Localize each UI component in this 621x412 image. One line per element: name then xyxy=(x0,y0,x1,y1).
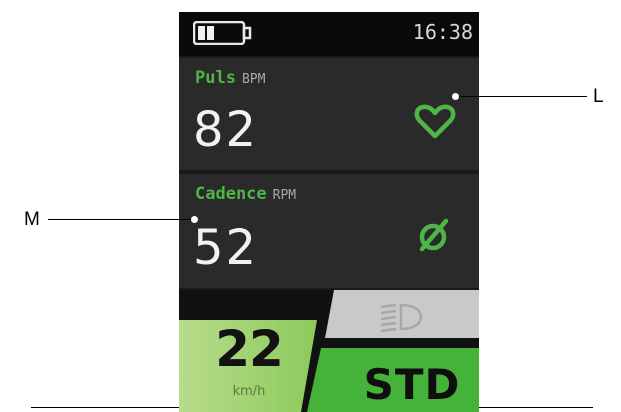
cadence-value: 52 xyxy=(193,220,259,276)
cadence-label-row: Cadence RPM xyxy=(195,184,296,204)
pulse-value: 82 xyxy=(193,102,259,158)
callout-dot-l xyxy=(452,93,459,100)
pulse-unit: BPM xyxy=(241,72,266,87)
callout-dot-m xyxy=(191,216,198,223)
cadence-sensor-icon xyxy=(419,218,449,252)
callout-label-m: M xyxy=(24,209,40,230)
display-screen: 16:38 Puls BPM 82 Cadence RPM 52 22 km/h… xyxy=(179,12,479,412)
heart-icon xyxy=(414,104,456,139)
baseline-rule-left xyxy=(31,407,179,408)
speed-value: 22 xyxy=(215,320,284,378)
callout-label-l: L xyxy=(593,86,604,107)
cadence-label: Cadence xyxy=(195,184,267,204)
callout-line-l xyxy=(455,96,587,97)
cadence-unit: RPM xyxy=(272,188,297,203)
status-bar: 16:38 xyxy=(179,12,479,56)
callout-line-m xyxy=(48,219,196,220)
pulse-label-row: Puls BPM xyxy=(195,68,265,88)
assist-mode-label: STD xyxy=(363,360,461,409)
bottom-section: 22 km/h STD xyxy=(179,290,479,412)
clock-time: 16:38 xyxy=(412,20,473,44)
pulse-label: Puls xyxy=(195,68,236,88)
headlight-icon xyxy=(380,303,423,333)
speed-unit: km/h xyxy=(232,384,266,399)
cadence-panel: Cadence RPM 52 xyxy=(179,174,479,288)
battery-icon xyxy=(193,21,252,45)
pulse-panel: Puls BPM 82 xyxy=(179,58,479,170)
baseline-rule-right xyxy=(479,407,593,408)
